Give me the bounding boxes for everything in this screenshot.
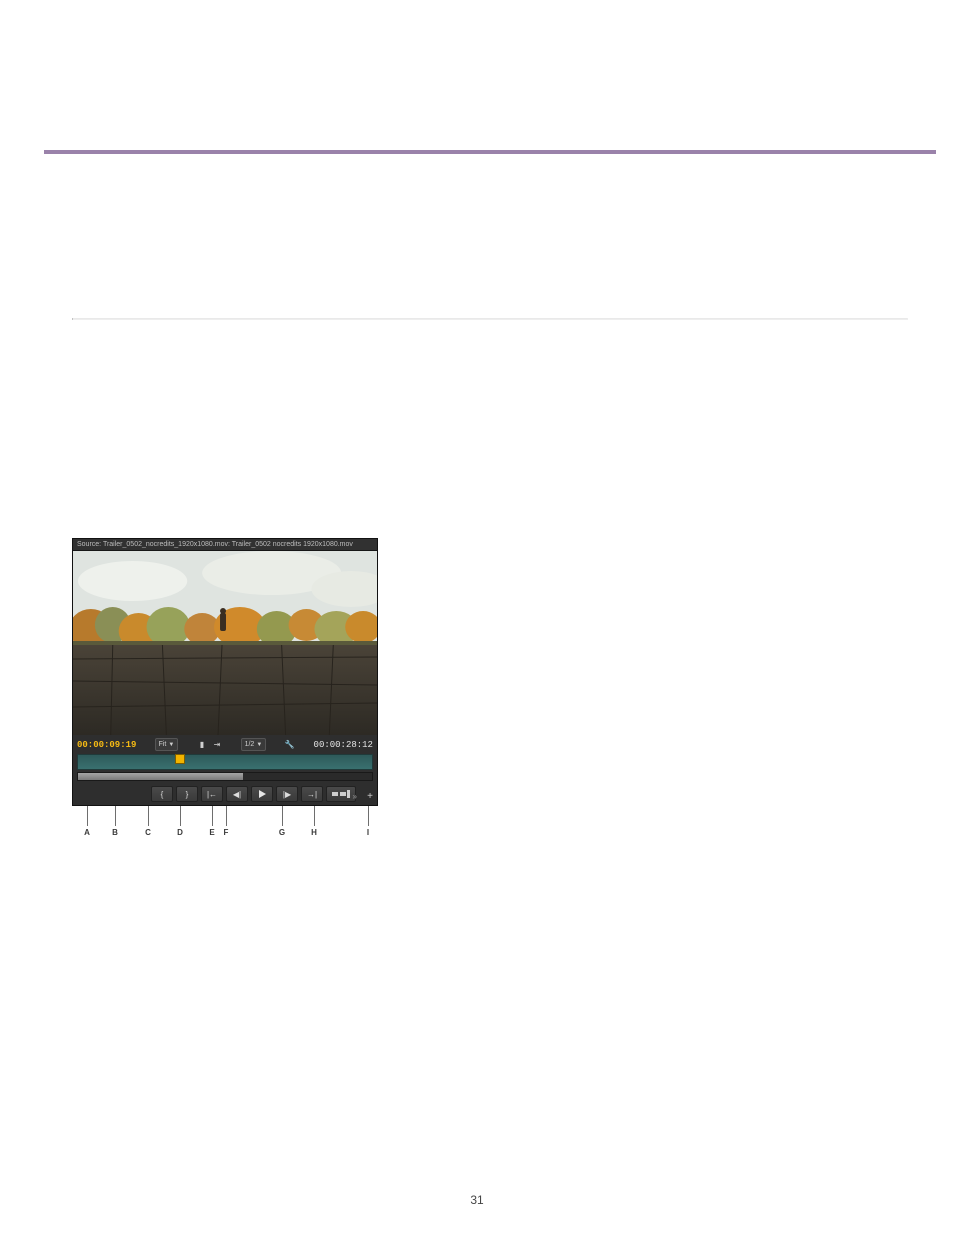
time-ruler[interactable] xyxy=(77,754,373,770)
caret-down-icon: ▼ xyxy=(256,742,262,748)
current-timecode[interactable]: 00:00:09:19 xyxy=(77,740,136,750)
timecode-row: 00:00:09:19 Fit ▼ ▮ ⇥ 1/2 ▼ 🔧 00:00: xyxy=(73,735,377,754)
play-button[interactable] xyxy=(251,786,273,802)
page-number: 31 xyxy=(0,1193,954,1207)
caret-down-icon: ▼ xyxy=(168,742,174,748)
page-top-rule xyxy=(44,150,936,154)
source-monitor-figure: Source: Trailer_0502_nocredits_1920x1080… xyxy=(72,538,378,838)
callout-line xyxy=(148,806,149,826)
callout-line xyxy=(212,806,213,826)
callout-label: H xyxy=(311,828,317,837)
video-viewport[interactable] xyxy=(73,551,377,735)
settings-wrench-icon[interactable]: 🔧 xyxy=(284,739,295,750)
more-controls-icon[interactable]: » xyxy=(353,792,357,801)
callout-label: B xyxy=(112,828,118,837)
resolution-dropdown[interactable]: 1/2 ▼ xyxy=(241,738,267,751)
content-area: Source: Trailer_0502_nocredits_1920x1080… xyxy=(72,318,908,838)
step-back-button[interactable]: ◀| xyxy=(226,786,248,802)
marker-icon[interactable]: ▮ xyxy=(196,739,207,750)
section-rule xyxy=(72,318,908,320)
in-out-icon[interactable]: ⇥ xyxy=(211,739,222,750)
callout-line xyxy=(180,806,181,826)
zoom-fit-dropdown[interactable]: Fit ▼ xyxy=(155,738,179,751)
play-icon xyxy=(257,789,267,799)
callout-line xyxy=(282,806,283,826)
callout-label: A xyxy=(84,828,90,837)
step-forward-button[interactable]: |▶ xyxy=(276,786,298,802)
playhead[interactable] xyxy=(175,754,185,770)
callout-line xyxy=(314,806,315,826)
callout-label: C xyxy=(145,828,151,837)
transport-controls: { } |← ◀| |▶ →| xyxy=(73,784,377,805)
callout-label: F xyxy=(224,828,229,837)
zoom-thumb[interactable] xyxy=(78,773,243,780)
callout-line xyxy=(226,806,227,826)
panel-title: Source: Trailer_0502_nocredits_1920x1080… xyxy=(73,539,377,551)
button-editor-icon[interactable]: + xyxy=(367,791,373,802)
source-monitor-panel: Source: Trailer_0502_nocredits_1920x1080… xyxy=(72,538,378,806)
insert-icon xyxy=(332,790,350,798)
go-to-out-button[interactable]: →| xyxy=(301,786,323,802)
callout-line xyxy=(87,806,88,826)
duration-timecode: 00:00:28:12 xyxy=(314,740,373,750)
figure-callouts: A B C D E F G H I xyxy=(72,806,378,838)
callout-line xyxy=(368,806,369,826)
zoom-scrollbar[interactable] xyxy=(77,772,373,781)
callout-line xyxy=(115,806,116,826)
callout-label: E xyxy=(209,828,214,837)
callout-label: I xyxy=(367,828,369,837)
zoom-fit-label: Fit xyxy=(159,741,167,748)
mark-out-button[interactable]: } xyxy=(176,786,198,802)
resolution-label: 1/2 xyxy=(245,741,255,748)
mark-in-button[interactable]: { xyxy=(151,786,173,802)
callout-label: D xyxy=(177,828,183,837)
callout-label: G xyxy=(279,828,285,837)
playhead-flag-icon xyxy=(175,754,185,764)
go-to-in-button[interactable]: |← xyxy=(201,786,223,802)
insert-overwrite-button[interactable] xyxy=(326,786,356,802)
